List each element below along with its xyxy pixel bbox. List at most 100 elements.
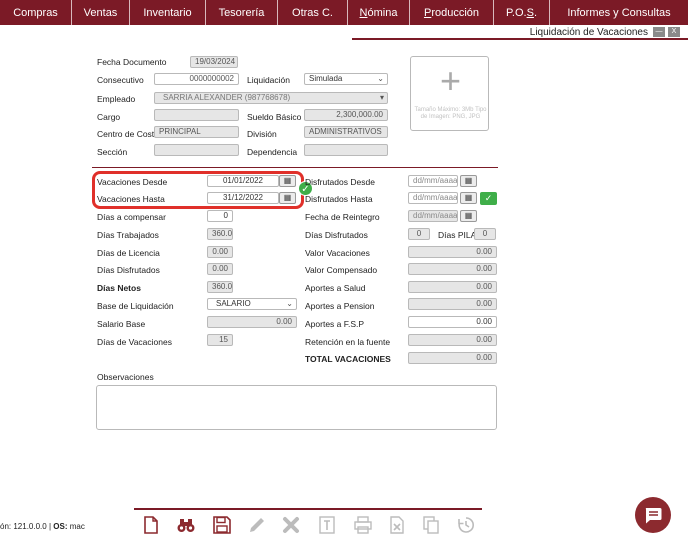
top-menu-bar: Compras Ventas Inventario Tesorería Otra… bbox=[0, 0, 688, 25]
disfrutados-desde-field[interactable]: dd/mm/aaaa bbox=[408, 175, 458, 187]
copy-icon[interactable] bbox=[421, 515, 441, 535]
empleado-label: Empleado bbox=[97, 94, 136, 104]
cargo-field bbox=[154, 109, 239, 121]
os-value: mac bbox=[69, 522, 85, 531]
aportes-fsp-field[interactable]: 0.00 bbox=[408, 316, 497, 328]
version-prefix: ón: bbox=[0, 522, 12, 531]
menu-pos-pre: P.O. bbox=[506, 7, 527, 19]
calendar-icon: ▦ bbox=[460, 210, 477, 222]
consecutivo-field[interactable]: 0000000002 bbox=[154, 73, 239, 85]
text-template-icon[interactable] bbox=[317, 515, 337, 535]
valor-compensado-field: 0.00 bbox=[408, 263, 497, 275]
base-liquidacion-value: SALARIO bbox=[216, 299, 251, 308]
menu-pos-accel: S bbox=[526, 7, 534, 19]
disfrutados-hasta-field[interactable]: dd/mm/aaaa bbox=[408, 192, 458, 204]
chevron-down-icon: ⌄ bbox=[377, 74, 384, 83]
edit-pencil-icon[interactable] bbox=[247, 515, 267, 535]
history-icon[interactable] bbox=[456, 515, 476, 535]
image-upload-hint: Tamaño Máximo: 3Mb Tipo de Imagen: PNG, … bbox=[414, 107, 487, 120]
menu-produccion[interactable]: Producción bbox=[410, 0, 494, 25]
sueldo-basico-label: Sueldo Básico bbox=[247, 112, 302, 122]
salario-base-label: Salario Base bbox=[97, 319, 146, 329]
menu-compras[interactable]: Compras bbox=[0, 0, 72, 25]
version-info: ón: 121.0.0.0 | OS: mac bbox=[0, 522, 85, 531]
dias-vacaciones-field: 15 bbox=[207, 334, 233, 346]
calendar-icon[interactable]: ▦ bbox=[460, 175, 477, 187]
retencion-label: Retención en la fuente bbox=[305, 337, 391, 347]
dias-compensar-field[interactable]: 0 bbox=[207, 210, 233, 222]
menu-pos-post: . bbox=[533, 7, 537, 19]
binoculars-icon[interactable] bbox=[176, 515, 196, 535]
image-upload-box[interactable]: + Tamaño Máximo: 3Mb Tipo de Imagen: PNG… bbox=[410, 56, 489, 131]
valor-vacaciones-field: 0.00 bbox=[408, 246, 497, 258]
dias-trabajados-label: Días Trabajados bbox=[97, 230, 159, 240]
dias-compensar-label: Días a compensar bbox=[97, 212, 166, 222]
dependencia-field bbox=[304, 144, 388, 156]
seccion-label: Sección bbox=[97, 147, 128, 157]
aportes-salud-label: Aportes a Salud bbox=[305, 283, 366, 293]
menu-ventas[interactable]: Ventas bbox=[72, 0, 130, 25]
caret-down-icon: ▾ bbox=[379, 93, 384, 102]
dias-vacaciones-label: Días de Vacaciones bbox=[97, 337, 172, 347]
chevron-down-icon: ⌄ bbox=[286, 299, 293, 308]
print-icon[interactable] bbox=[353, 515, 373, 535]
plus-icon: + bbox=[439, 60, 462, 101]
division-field: ADMINISTRATIVOS bbox=[304, 126, 388, 138]
fecha-reintegro-label: Fecha de Reintegro bbox=[305, 212, 380, 222]
aportes-salud-field: 0.00 bbox=[408, 281, 497, 293]
version-value: 121.0.0.0 bbox=[13, 522, 47, 531]
dias-disfrutados-field: 0.00 bbox=[207, 263, 233, 275]
dias-licencia-field: 0.00 bbox=[207, 246, 233, 258]
os-label: OS: bbox=[53, 522, 68, 531]
close-button[interactable]: X bbox=[668, 27, 680, 37]
highlight-box bbox=[92, 171, 304, 209]
cargo-label: Cargo bbox=[97, 112, 121, 122]
sueldo-basico-field: 2,300,000.00 bbox=[304, 109, 388, 121]
menu-pos[interactable]: P.O.S. bbox=[494, 0, 550, 25]
liquidacion-select[interactable]: Simulada ⌄ bbox=[304, 73, 388, 85]
chat-icon bbox=[645, 508, 662, 524]
minimize-button[interactable]: — bbox=[653, 27, 665, 37]
dias-netos-label: Días Netos bbox=[97, 283, 141, 293]
centro-costo-label: Centro de Costo bbox=[97, 129, 159, 139]
base-liquidacion-select[interactable]: SALARIO ⌄ bbox=[207, 298, 297, 310]
fecha-documento-label: Fecha Documento bbox=[97, 57, 167, 67]
aportes-pension-label: Aportes a Pension bbox=[305, 301, 375, 311]
division-label: División bbox=[247, 129, 277, 139]
save-icon[interactable] bbox=[212, 515, 232, 535]
liquidacion-select-value: Simulada bbox=[309, 74, 343, 83]
new-document-icon[interactable] bbox=[141, 515, 161, 535]
liquidacion-label: Liquidación bbox=[247, 75, 291, 85]
toolbar-divider bbox=[134, 508, 482, 510]
disfrutados-hasta-label: Disfrutados Hasta bbox=[305, 194, 373, 204]
seccion-field bbox=[154, 144, 239, 156]
confirm-check-button[interactable]: ✓ bbox=[480, 192, 497, 205]
aportes-pension-field: 0.00 bbox=[408, 298, 497, 310]
fecha-reintegro-field: dd/mm/aaaa bbox=[408, 210, 458, 222]
menu-nomina[interactable]: Nómina bbox=[348, 0, 410, 25]
chat-button[interactable] bbox=[635, 497, 671, 533]
dias-netos-field: 360.0 bbox=[207, 281, 233, 293]
valor-vacaciones-label: Valor Vacaciones bbox=[305, 248, 370, 258]
centro-costo-field: PRINCIPAL bbox=[154, 126, 239, 138]
valor-compensado-label: Valor Compensado bbox=[305, 265, 378, 275]
dias-pila-label: Días PILA bbox=[438, 230, 477, 240]
dias-disfrutados-label: Días Disfrutados bbox=[97, 265, 160, 275]
calendar-icon[interactable]: ▦ bbox=[460, 192, 477, 204]
excel-export-icon[interactable] bbox=[387, 515, 407, 535]
dias-disfrutados-right-field: 0 bbox=[408, 228, 430, 240]
menu-nomina-rest: ómina bbox=[367, 7, 398, 19]
retencion-field: 0.00 bbox=[408, 334, 497, 346]
section-divider bbox=[92, 167, 498, 168]
aportes-fsp-label: Aportes a F.S.P bbox=[305, 319, 365, 329]
menu-inventario[interactable]: Inventario bbox=[130, 0, 206, 25]
consecutivo-label: Consecutivo bbox=[97, 75, 144, 85]
menu-otras-c[interactable]: Otras C. bbox=[278, 0, 348, 25]
menu-tesoreria[interactable]: Tesorería bbox=[206, 0, 278, 25]
empleado-select[interactable]: SARRIA ALEXANDER (987768678) ▾ bbox=[154, 92, 388, 104]
observaciones-textarea[interactable] bbox=[96, 385, 497, 430]
delete-x-icon[interactable] bbox=[281, 515, 301, 535]
empleado-select-value: SARRIA ALEXANDER (987768678) bbox=[163, 93, 291, 102]
disfrutados-desde-label: Disfrutados Desde bbox=[305, 177, 375, 187]
menu-informes[interactable]: Informes y Consultas bbox=[550, 0, 688, 25]
